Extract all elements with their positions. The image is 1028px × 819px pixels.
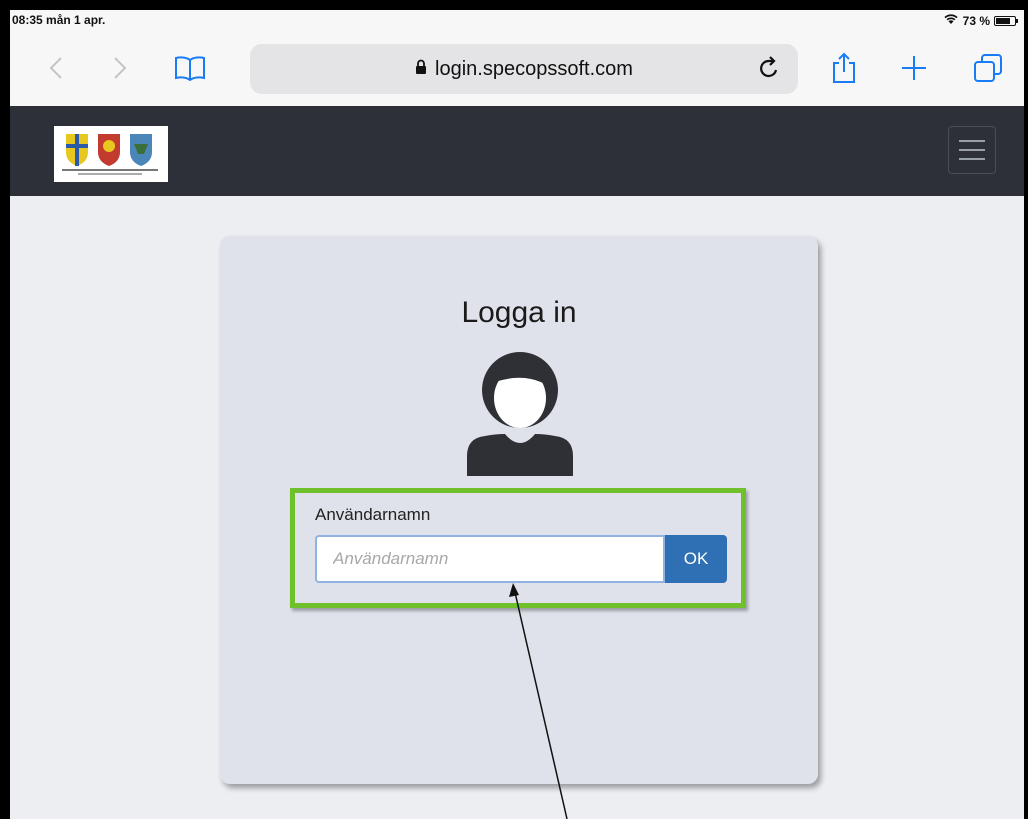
battery-percent: 73 %	[962, 13, 990, 28]
username-label: Användarnamn	[315, 505, 431, 524]
hamburger-menu-button[interactable]	[948, 126, 996, 174]
reload-icon[interactable]	[758, 56, 780, 85]
battery-icon	[994, 15, 1018, 26]
url-display: login.specopssoft.com	[250, 44, 798, 94]
login-card: Logga in Användarnamn OK	[220, 236, 818, 784]
username-input[interactable]	[315, 535, 665, 583]
hamburger-line	[959, 149, 985, 151]
user-avatar-icon	[465, 348, 575, 485]
hamburger-line	[959, 158, 985, 160]
login-title: Logga in	[461, 296, 577, 329]
back-icon[interactable]	[36, 48, 76, 88]
municipal-logo[interactable]	[54, 126, 168, 182]
tabs-icon[interactable]	[968, 48, 1008, 88]
status-indicators: 73 %	[943, 13, 1018, 28]
status-time: 08:35 mån 1 apr.	[12, 13, 106, 27]
username-highlight-box: Användarnamn OK	[290, 488, 746, 608]
lock-icon	[415, 58, 427, 81]
forward-icon[interactable]	[100, 48, 140, 88]
url-text: login.specopssoft.com	[435, 57, 633, 80]
bookmarks-icon[interactable]	[170, 48, 210, 88]
browser-toolbar: login.specopssoft.com	[10, 34, 1024, 106]
url-bar[interactable]: login.specopssoft.com	[250, 44, 798, 94]
username-input-group: OK	[315, 535, 729, 583]
ok-button[interactable]: OK	[665, 535, 727, 583]
share-icon[interactable]	[824, 48, 864, 88]
hamburger-line	[959, 140, 985, 142]
wifi-icon	[943, 13, 959, 28]
site-header	[10, 106, 1024, 196]
page-content: Logga in Användarnamn OK	[10, 196, 1024, 819]
status-bar: 08:35 mån 1 apr. 73 %	[10, 10, 1024, 34]
new-tab-icon[interactable]	[894, 48, 934, 88]
